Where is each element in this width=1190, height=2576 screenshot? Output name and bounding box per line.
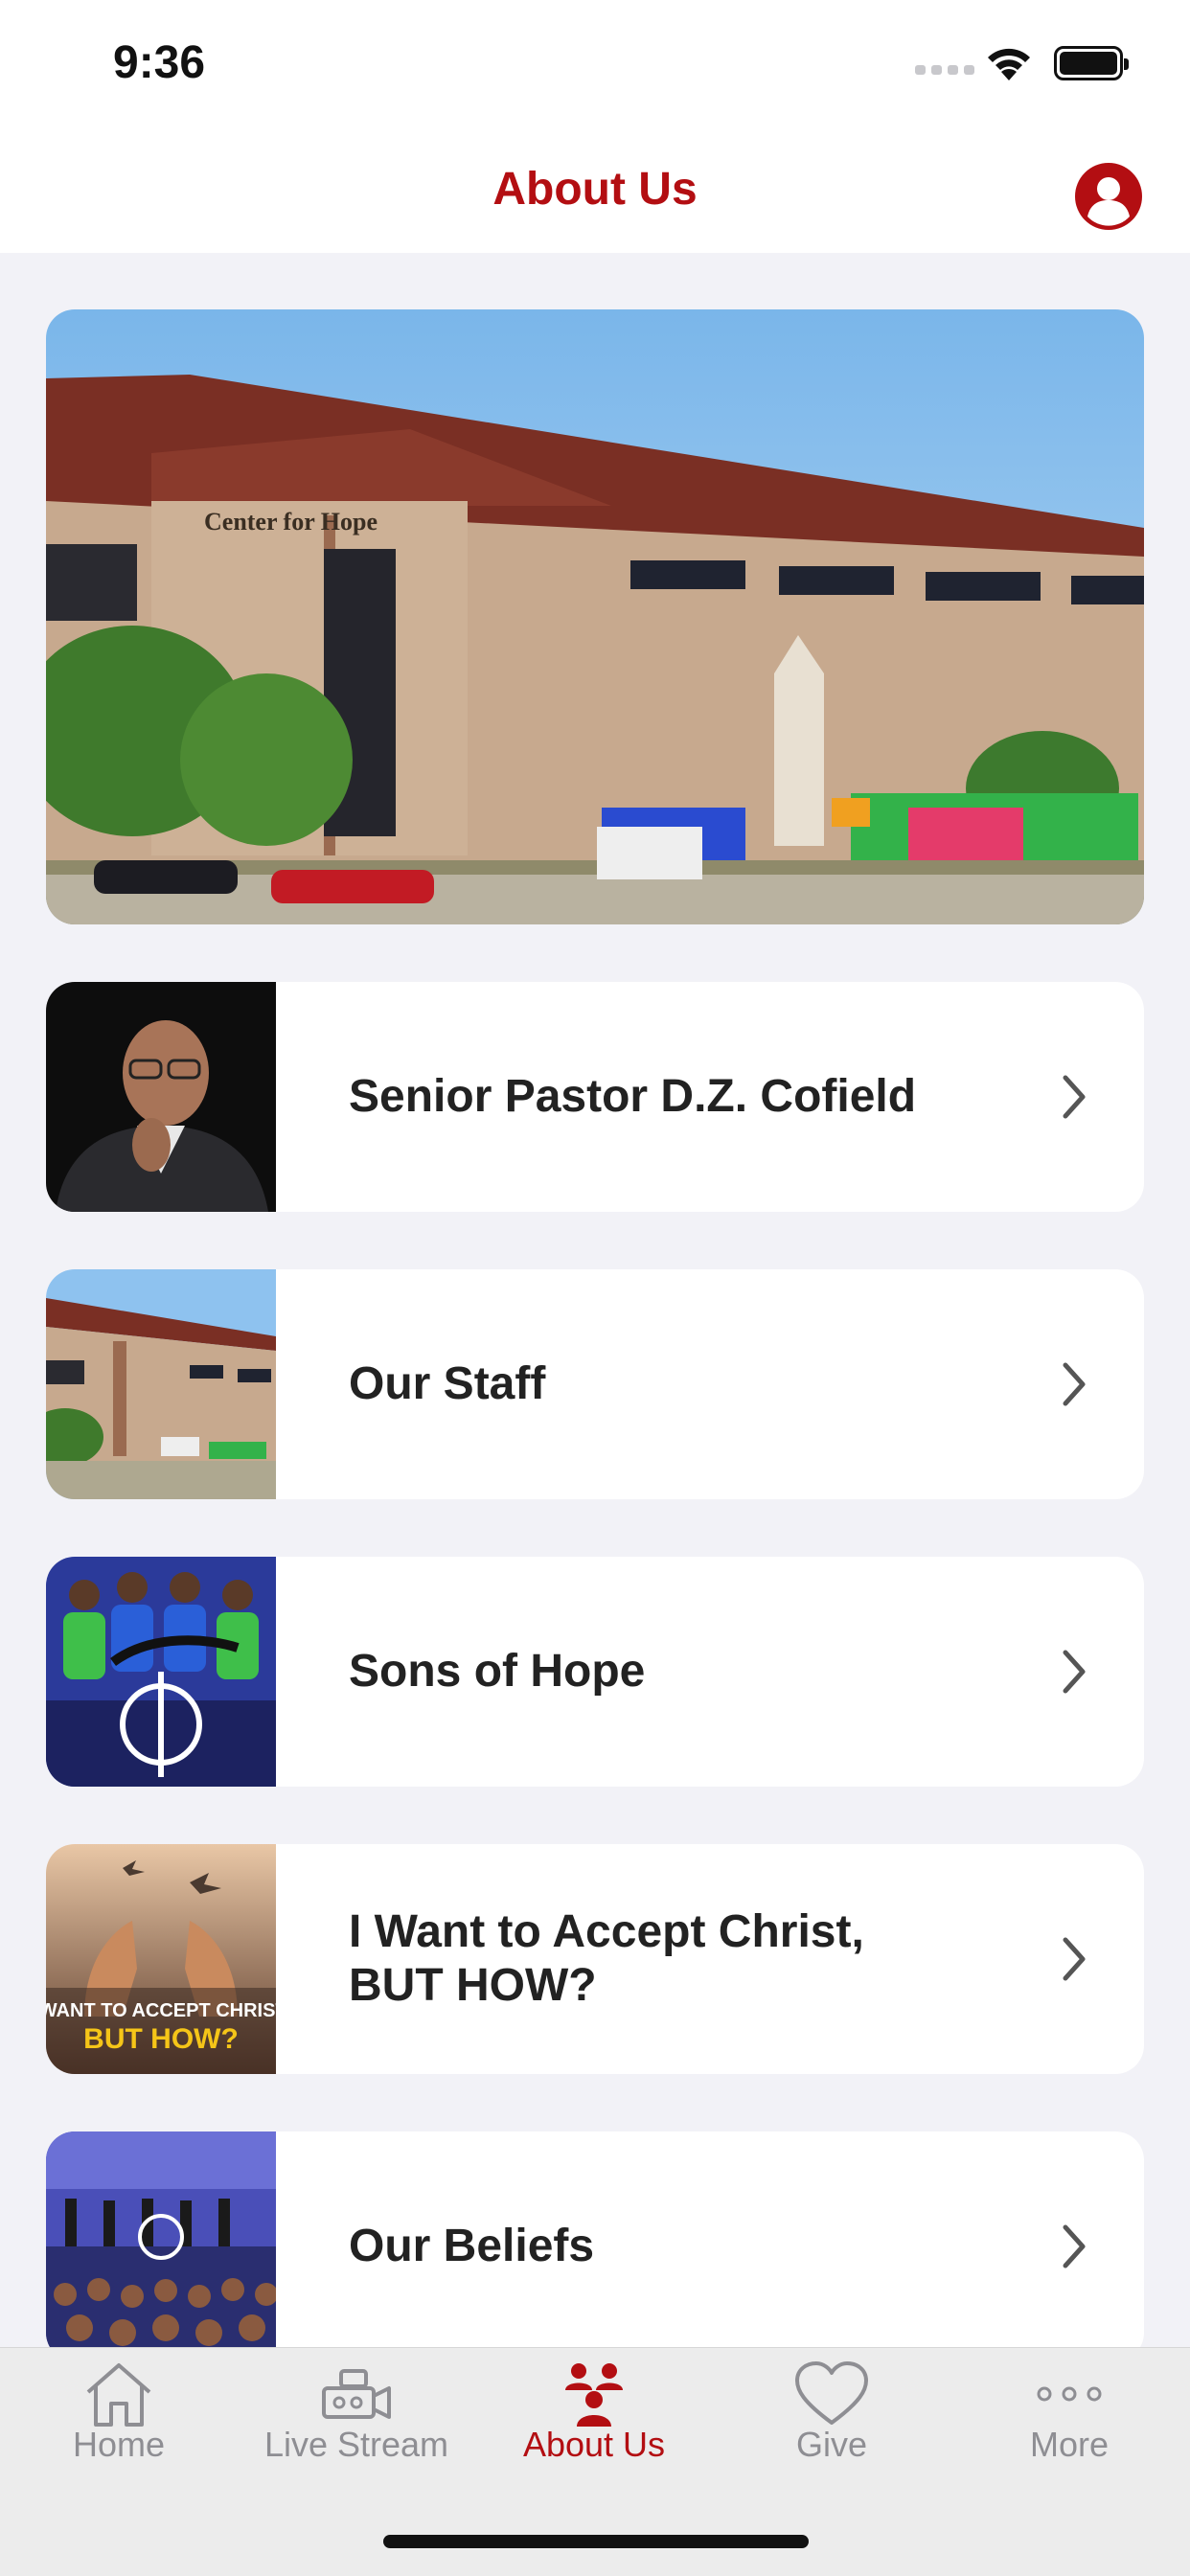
menu-item-senior-pastor[interactable]: Senior Pastor D.Z. Cofield <box>46 982 1144 1212</box>
status-time: 9:36 <box>113 37 206 88</box>
page-title: About Us <box>492 164 698 215</box>
thumb-text: BUT HOW? <box>83 2023 239 2055</box>
chevron-right-icon <box>1063 1362 1086 1406</box>
chevron-right-icon <box>1063 1937 1086 1981</box>
navigation-bar: About Us <box>0 134 1190 253</box>
tab-more[interactable]: More <box>950 2348 1188 2511</box>
ellipsis-icon <box>1037 2386 1102 2402</box>
video-camera-icon <box>322 2369 391 2419</box>
tab-label: Home <box>72 2425 166 2464</box>
tab-label: About Us <box>522 2425 666 2464</box>
menu-item-label: I Want to Accept Christ, BUT HOW? <box>349 1906 864 2011</box>
menu-item-our-beliefs[interactable]: Our Beliefs <box>46 2131 1144 2361</box>
building-thumbnail <box>46 1269 276 1499</box>
menu-item-label: Our Staff <box>349 1358 546 1409</box>
status-bar: 9:36 <box>0 0 1190 134</box>
group-thumbnail <box>46 1557 276 1787</box>
menu-item-label: Our Beliefs <box>349 2221 595 2271</box>
people-icon <box>565 2363 623 2427</box>
congregation-thumbnail <box>46 2131 276 2361</box>
accept-christ-thumbnail: I WANT TO ACCEPT CHRIST! BUT HOW? <box>46 1844 276 2074</box>
hero-image: Center for Hope <box>46 309 1144 924</box>
wifi-icon <box>988 48 1030 80</box>
tab-label: Live Stream <box>263 2425 449 2464</box>
tab-live-stream[interactable]: Live Stream <box>238 2348 475 2511</box>
tab-give[interactable]: Give <box>713 2348 950 2511</box>
heart-icon <box>795 2361 868 2425</box>
chevron-right-icon <box>1063 1075 1086 1119</box>
tab-home[interactable]: Home <box>0 2348 238 2511</box>
menu-item-accept-christ[interactable]: I WANT TO ACCEPT CHRIST! BUT HOW? I Want… <box>46 1844 1144 2074</box>
hero-sign-text: Center for Hope <box>204 508 378 536</box>
menu-item-label: Sons of Hope <box>349 1646 646 1697</box>
battery-icon <box>1054 46 1129 80</box>
menu-item-label: Senior Pastor D.Z. Cofield <box>349 1071 917 1122</box>
profile-icon[interactable] <box>1075 163 1142 230</box>
home-indicator <box>383 2535 809 2548</box>
chevron-right-icon <box>1063 1650 1086 1694</box>
tab-about-us[interactable]: About Us <box>475 2348 713 2511</box>
cellular-signal-icon <box>915 65 974 75</box>
thumb-text: I WANT TO ACCEPT CHRIST! <box>46 2000 276 2021</box>
tab-label: Give <box>795 2425 868 2464</box>
menu-item-our-staff[interactable]: Our Staff <box>46 1269 1144 1499</box>
pastor-thumbnail <box>46 982 276 1212</box>
menu-item-sons-of-hope[interactable]: Sons of Hope <box>46 1557 1144 1787</box>
house-icon <box>86 2363 151 2427</box>
chevron-right-icon <box>1063 2224 1086 2268</box>
tab-label: More <box>1029 2425 1110 2464</box>
